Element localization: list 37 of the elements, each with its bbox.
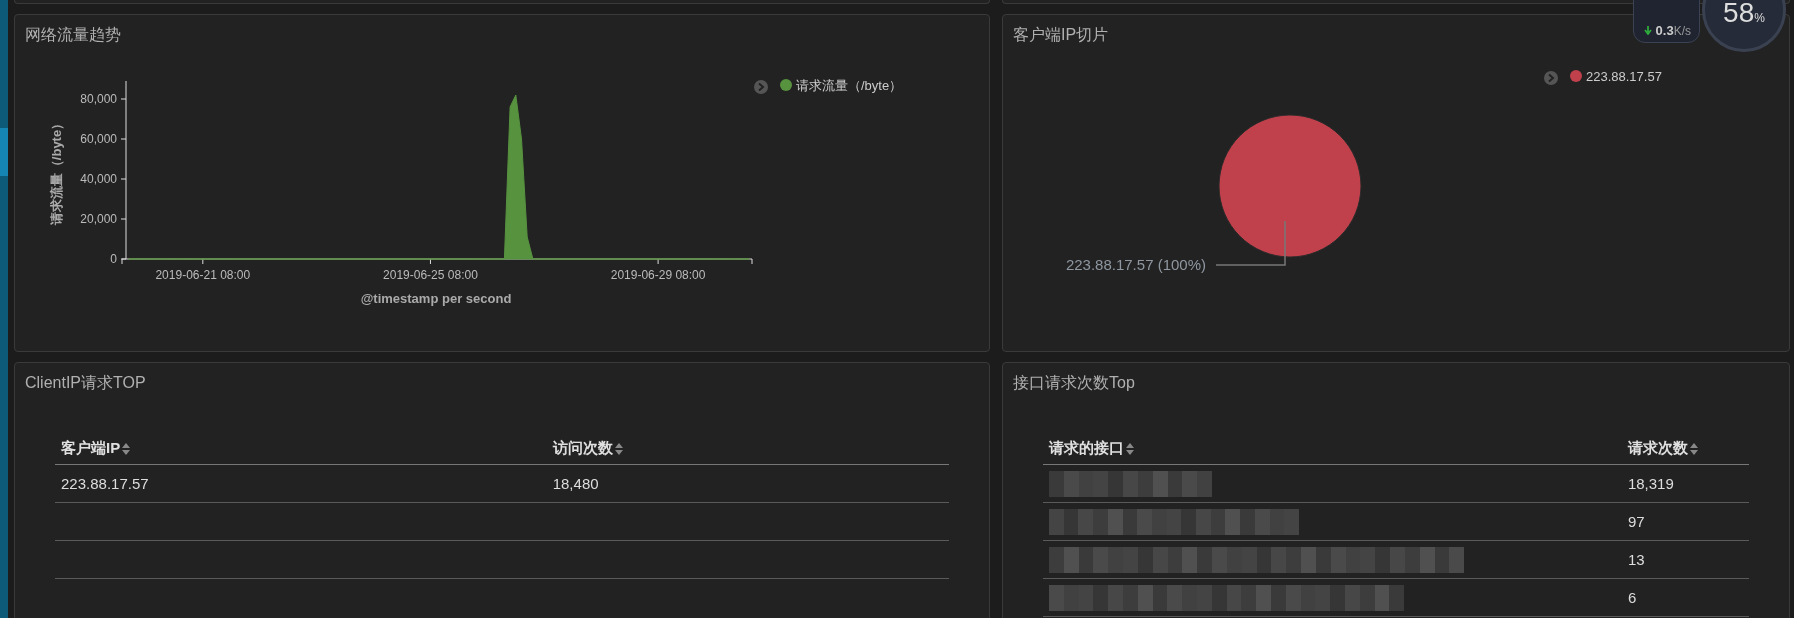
y-tick-label: 20,000 <box>80 212 117 226</box>
table-cell: 18,319 <box>1627 475 1674 492</box>
axis-title: 请求流量（/byte） <box>49 116 64 226</box>
legend-label[interactable]: 223.88.17.57 <box>1586 69 1662 84</box>
usage-percent: 58% <box>1723 0 1765 29</box>
panel-title: ClientIP请求TOP <box>25 373 146 393</box>
sidebar-highlight <box>0 128 8 176</box>
sort-icon[interactable] <box>1689 443 1698 456</box>
column-header[interactable]: 请求次数 <box>1621 433 1749 465</box>
y-tick-label: 80,000 <box>80 92 117 106</box>
table-cell: 13 <box>1627 551 1645 568</box>
axis-title: @timestamp per second <box>360 291 512 306</box>
sort-icon[interactable] <box>122 443 131 456</box>
leader-line <box>1215 220 1286 266</box>
y-tick-label: 0 <box>110 252 117 266</box>
sort-icon[interactable] <box>1126 443 1134 456</box>
panel-title: 客户端IP切片 <box>1013 25 1109 45</box>
table-cell: 223.88.17.57 <box>61 475 149 492</box>
download-arrow-icon <box>1643 25 1652 35</box>
x-tick-label: 2019-06-21 08:00 <box>155 268 251 282</box>
x-tick-label: 2019-06-29 08:00 <box>610 268 706 282</box>
column-header[interactable]: 客户端IP <box>55 433 547 465</box>
table-cell: 97 <box>1627 513 1645 530</box>
panel-title: 接口请求次数Top <box>1013 373 1135 393</box>
slice-label: 223.88.17.57 (100%) <box>1065 256 1206 273</box>
x-tick-label: 2019-06-25 08:00 <box>383 268 478 282</box>
y-tick-label: 40,000 <box>80 172 117 186</box>
panel-title: 网络流量趋势 <box>25 25 121 45</box>
column-header[interactable]: 访问次数 <box>546 433 949 465</box>
sort-icon[interactable] <box>614 443 623 456</box>
speed-value: 0.3K/s <box>1655 22 1691 38</box>
table-cell: 18,480 <box>552 475 599 492</box>
legend-label[interactable]: 请求流量（/byte） <box>796 78 903 93</box>
y-tick-label: 60,000 <box>80 132 117 146</box>
column-header[interactable]: 请求的接口 <box>1043 433 1622 465</box>
table-cell: 6 <box>1627 589 1637 606</box>
speed-widget[interactable]: 0.3K/s <box>1632 0 1700 43</box>
